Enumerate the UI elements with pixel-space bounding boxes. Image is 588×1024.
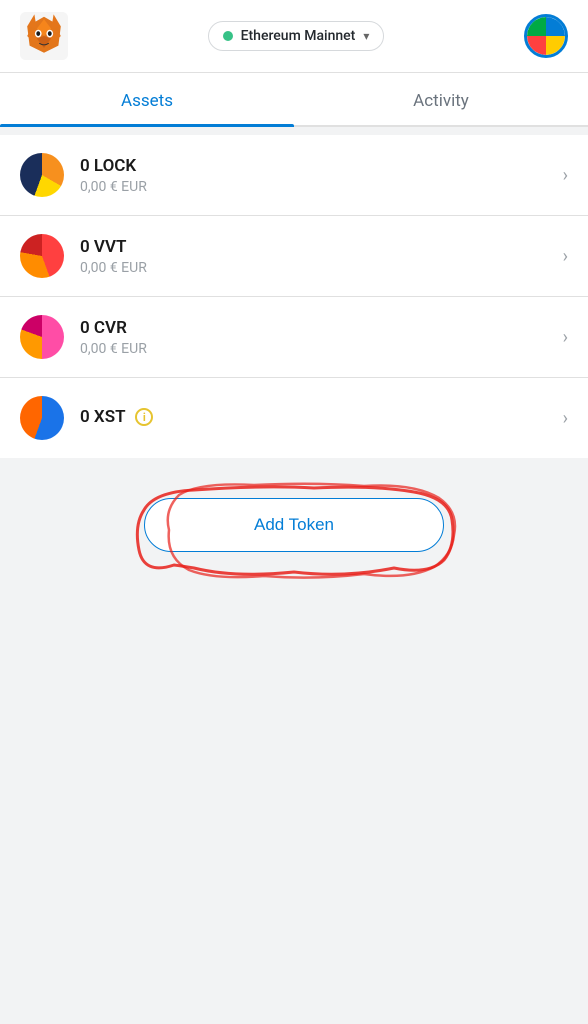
metamask-logo: [20, 12, 68, 60]
token-icon-vvt: [20, 234, 64, 278]
account-avatar[interactable]: [524, 14, 568, 58]
token-icon-lock: [20, 153, 64, 197]
network-selector[interactable]: Ethereum Mainnet ▾: [208, 21, 385, 51]
token-value-cvr: 0,00 € EUR: [80, 341, 563, 357]
token-icon-cvr: [20, 315, 64, 359]
token-chevron-cvr-icon: ›: [563, 327, 568, 348]
token-icon-xst: [20, 396, 64, 440]
token-list: 0 LOCK 0,00 € EUR › 0 VVT 0,00 € EUR › 0…: [0, 135, 588, 458]
add-token-container: Add Token: [20, 498, 568, 552]
token-item-cvr[interactable]: 0 CVR 0,00 € EUR ›: [0, 297, 588, 378]
token-name-vvt: 0 VVT: [80, 237, 563, 257]
network-status-dot: [223, 31, 233, 41]
token-name-cvr: 0 CVR: [80, 318, 563, 338]
token-info-xst: 0 XST i: [80, 407, 563, 430]
token-chevron-lock-icon: ›: [563, 165, 568, 186]
add-token-button[interactable]: Add Token: [144, 498, 444, 552]
xst-info-icon[interactable]: i: [135, 408, 153, 426]
token-info-cvr: 0 CVR 0,00 € EUR: [80, 318, 563, 357]
tab-assets[interactable]: Assets: [0, 73, 294, 125]
token-info-lock: 0 LOCK 0,00 € EUR: [80, 156, 563, 195]
add-token-section: Add Token: [0, 458, 588, 592]
tab-bar: Assets Activity: [0, 73, 588, 127]
network-name: Ethereum Mainnet: [241, 28, 356, 44]
avatar-colors: [527, 17, 565, 55]
token-chevron-xst-icon: ›: [563, 408, 568, 429]
token-name-xst: 0 XST i: [80, 407, 563, 427]
token-value-vvt: 0,00 € EUR: [80, 260, 563, 276]
tab-activity[interactable]: Activity: [294, 73, 588, 125]
network-chevron-icon: ▾: [363, 29, 369, 43]
token-name-lock: 0 LOCK: [80, 156, 563, 176]
token-item-lock[interactable]: 0 LOCK 0,00 € EUR ›: [0, 135, 588, 216]
token-item-vvt[interactable]: 0 VVT 0,00 € EUR ›: [0, 216, 588, 297]
token-chevron-vvt-icon: ›: [563, 246, 568, 267]
token-info-vvt: 0 VVT 0,00 € EUR: [80, 237, 563, 276]
token-value-lock: 0,00 € EUR: [80, 179, 563, 195]
header: Ethereum Mainnet ▾: [0, 0, 588, 73]
token-item-xst[interactable]: 0 XST i ›: [0, 378, 588, 458]
